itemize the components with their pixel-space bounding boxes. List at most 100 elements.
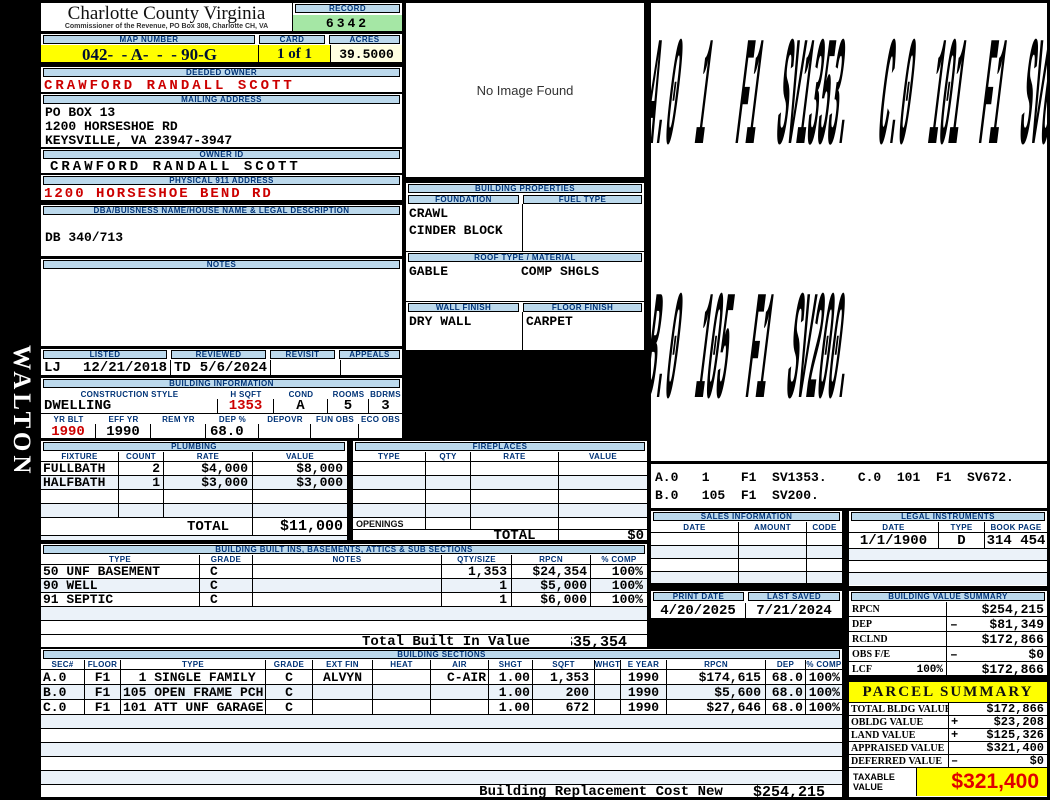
wall-finish-value: DRY WALL [406, 312, 523, 350]
table-row-empty [651, 533, 842, 546]
sketch-vector-line-1: A.0 1 F1 SV1353. C.0 101 F1 SV672. [650, 11, 1048, 191]
sections-header-grade: GRADE [266, 660, 313, 669]
funobs-header: FUN OBS [315, 414, 355, 424]
revisit-value [271, 360, 341, 375]
table-row: A.0 F1 1 SINGLE FAMILY C ALVYN C-AIR 1.0… [41, 670, 842, 685]
builtins-header-type: TYPE [41, 555, 200, 564]
roof-material-value: COMP SHGLS [521, 264, 600, 279]
effyr-value: 1990 [96, 424, 151, 438]
map-card-acres: MAP NUMBER CARD ACRES 042- - A- - - 90-G… [40, 33, 403, 63]
builtins-label: BUILDING BUILT INS, BASEMENTS, ATTICS & … [43, 545, 645, 554]
map-number-label: MAP NUMBER [43, 35, 255, 44]
table-row-empty [353, 490, 647, 504]
fireplaces-header-type: TYPE [353, 452, 426, 461]
hsqft-header: H SQFT [230, 389, 262, 399]
dates-block: PRINT DATE LAST SAVED 4/20/2025 7/21/202… [650, 590, 843, 619]
parcel-row: TOTAL BLDG VALUE $172,866 [849, 703, 1047, 716]
building-info-label: BUILDING INFORMATION [43, 379, 400, 388]
mailing-line-3: KEYSVILLE, VA 23947-3947 [45, 133, 233, 148]
depovr-header: DEPOVR [267, 414, 303, 424]
table-row-empty [41, 715, 842, 729]
acres-label: ACRES [329, 35, 400, 44]
sections-header-type: TYPE [121, 660, 266, 669]
summary-row: DEP – $81,349 [849, 617, 1047, 632]
record-label: RECORD [295, 4, 400, 13]
construction-style-value: DWELLING [41, 399, 218, 413]
bdrms-header: BDRMS [370, 389, 401, 399]
appeals-label: APPEALS [339, 350, 400, 359]
replacement-cost-value: $254,215 [752, 785, 825, 798]
building-sections-label: BUILDING SECTIONS [43, 650, 840, 659]
rooms-header: ROOMS [332, 389, 365, 399]
roof-type-value: GABLE [409, 264, 449, 279]
dba-block: DBA/BUISNESS NAME/HOUSE NAME & LEGAL DES… [40, 204, 403, 257]
county-header: Charlotte County Virginia Commissioner o… [40, 2, 403, 32]
fireplaces-header-qty: QTY [426, 452, 471, 461]
parcel-row: OBLDG VALUE + $23,208 [849, 716, 1047, 729]
revisit-label: REVISIT [270, 350, 335, 359]
taxable-value-label: TAXABLE VALUE [849, 768, 917, 796]
mailing-address-block: MAILING ADDRESS PO BOX 13 1200 HORSESHOE… [40, 93, 403, 148]
last-saved-value: 7/21/2024 [756, 603, 832, 618]
plumbing-header-rate: RATE [164, 452, 253, 461]
sections-header-shgt: SHGT [489, 660, 533, 669]
legal-header-date: DATE [849, 522, 939, 532]
table-row-empty [849, 573, 1047, 585]
fuel-type-label: FUEL TYPE [523, 195, 642, 204]
cond-header: COND [288, 389, 314, 399]
sections-header-sec: SEC# [41, 660, 85, 669]
yrblt-value: 1990 [41, 424, 96, 438]
card-value: 1 of 1 [259, 45, 331, 62]
reviewed-label: REVIEWED [171, 350, 266, 359]
hsqft-value: 1353 [218, 399, 274, 413]
floor-finish-value: CARPET [526, 314, 573, 329]
summary-row: RPCN $254,215 [849, 602, 1047, 617]
dba-value: DB 340/713 [45, 230, 124, 245]
table-row-empty [849, 549, 1047, 561]
table-row: 91 SEPTIC C 1 $6,000 100% [41, 593, 647, 607]
notes-area [41, 270, 402, 346]
parcel-summary: PARCEL SUMMARY TOTAL BLDG VALUE $172,866… [848, 681, 1048, 798]
cond-value: A [274, 399, 328, 413]
foundation-line-1: CRAWL [409, 206, 449, 221]
foundation-line-2: CINDER BLOCK [409, 223, 503, 238]
table-row-empty [651, 546, 842, 559]
map-number-value: 042- - A- - - 90-G [41, 45, 259, 62]
table-row-empty [41, 621, 647, 635]
plumbing-header-count: COUNT [119, 452, 164, 461]
dep-value: 68.0 [206, 424, 259, 438]
rooms-value: 5 [328, 399, 369, 413]
sections-header-rpcn: RPCN [667, 660, 766, 669]
sketch-panel: A.0 1 F1 SV1353. C.0 101 F1 SV672. B.0 1… [650, 2, 1048, 462]
builtins-header-rpcn: RPCN [512, 555, 591, 564]
acres-value: 39.5000 [331, 45, 402, 62]
property-record-card: WALTON Charlotte County Virginia Commiss… [0, 0, 1050, 800]
table-row-empty [651, 559, 842, 572]
parcel-row: DEFERRED VALUE – $0 [849, 755, 1047, 768]
watermark-walton: WALTON [8, 345, 35, 478]
table-row: FULLBATH 2 $4,000 $8,000 [41, 462, 347, 476]
print-date-label: PRINT DATE [653, 592, 744, 601]
builtins-total-value: $35,354 [571, 635, 627, 648]
sections-header-extfin: EXT FIN [313, 660, 373, 669]
fireplaces-header-rate: RATE [471, 452, 559, 461]
roof-label: ROOF TYPE / MATERIAL [408, 253, 642, 262]
fireplaces-label: FIREPLACES [355, 442, 645, 451]
depovr-value [259, 424, 311, 438]
card-label: CARD [259, 35, 325, 44]
funobs-value [311, 424, 359, 438]
physical-address-block: PHYSICAL 911 ADDRESS 1200 HORSESHOE BEND… [40, 174, 403, 201]
effyr-header: EFF YR [108, 414, 139, 424]
table-row-empty [41, 504, 347, 518]
builtins-header-grade: GRADE [200, 555, 253, 564]
sections-header-whgt: WHGT [595, 660, 621, 669]
deeded-owner-label: DEEDED OWNER [43, 68, 400, 77]
county-subtitle: Commissioner of the Revenue, PO Box 308,… [64, 23, 269, 30]
table-row-empty [41, 490, 347, 504]
table-row-empty [353, 504, 647, 518]
owner-id-label: OWNER ID [43, 150, 400, 159]
ecoobs-header: ECO OBS [361, 414, 400, 424]
record-value: 6342 [293, 15, 402, 31]
sections-header-air: AIR [431, 660, 489, 669]
sketch-legend: A.0 1 F1 SV1353. C.0 101 F1 SV672. B.0 1… [650, 463, 1048, 509]
